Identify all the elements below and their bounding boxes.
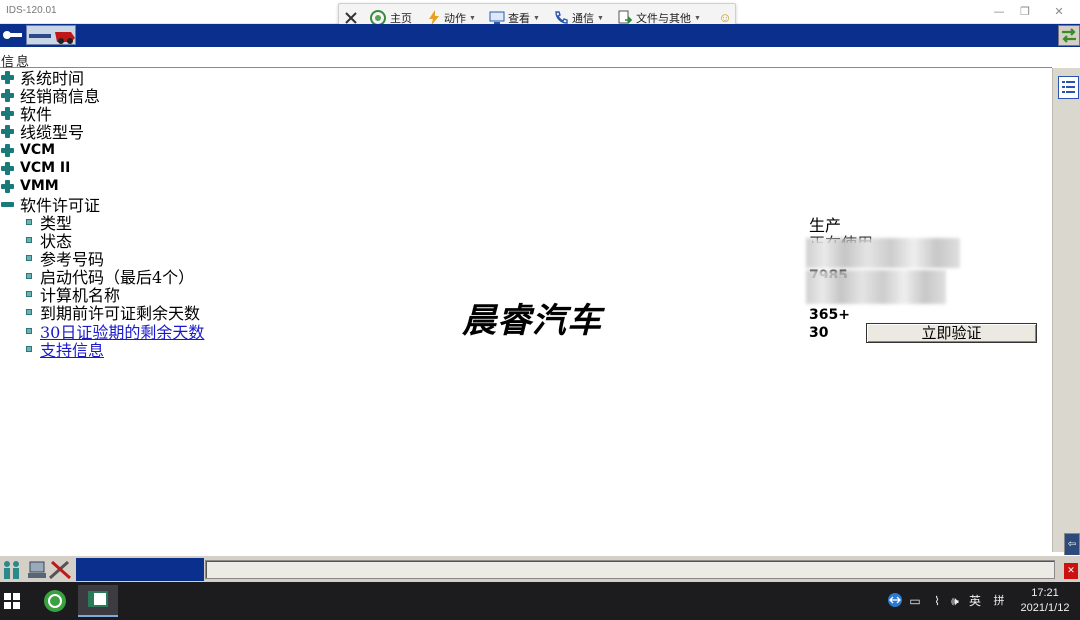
teamviewer-tray-icon[interactable]: [886, 592, 904, 610]
status-blue-area: [76, 558, 204, 581]
bullet-icon: [26, 237, 32, 243]
tree-node-vcm-ii[interactable]: VCM II: [0, 159, 70, 177]
status-bar: ✕: [0, 555, 1080, 582]
volume-icon[interactable]: 🕪: [946, 592, 964, 610]
taskbar: ▭ ⌇ 🕪 英 拼 17:21 2021/1/12: [0, 582, 1080, 620]
chevron-down-icon: ▼: [533, 14, 540, 22]
bullet-icon: [26, 346, 32, 352]
tree-node-label: 线缆型号: [20, 123, 85, 142]
back-arrow-icon[interactable]: [2, 27, 22, 43]
battery-icon[interactable]: ▭: [906, 592, 924, 610]
chevron-down-icon: ▼: [469, 14, 476, 22]
tree-node-label: VCM: [20, 142, 56, 158]
license-days-value: 365+: [809, 307, 850, 323]
chevron-down-icon: ▼: [694, 14, 701, 22]
expand-icon[interactable]: [1, 179, 14, 193]
bullet-icon: [26, 328, 32, 334]
list-view-icon[interactable]: [1058, 76, 1079, 99]
windows-start-icon[interactable]: [4, 593, 20, 609]
screen: IDS-120.01 — ❐ ✕ 主页 动作 ▼ 查看 ▼ 通信 ▼ 文件与其他…: [0, 0, 1080, 620]
expand-icon[interactable]: [1, 70, 14, 84]
tree-node-cable-model[interactable]: 线缆型号: [0, 122, 85, 142]
right-side-panel: [1052, 68, 1080, 552]
section-header: 信息: [0, 48, 1052, 70]
active-window-icon[interactable]: [78, 585, 118, 617]
swap-icon[interactable]: [1058, 25, 1080, 46]
computer-name-redacted: [806, 270, 946, 304]
error-close-icon[interactable]: ✕: [1064, 563, 1078, 579]
bullet-icon: [26, 291, 32, 297]
tools-icon: [49, 560, 71, 580]
users-icon: [4, 561, 19, 579]
vehicle-key-icon[interactable]: [26, 25, 76, 45]
verify-now-button[interactable]: 立即验证: [866, 323, 1037, 343]
expand-icon[interactable]: [1, 161, 14, 175]
ime-mode[interactable]: 拼: [990, 592, 1008, 610]
status-icons: [0, 558, 76, 581]
expand-icon[interactable]: [1, 88, 14, 102]
collapse-icon[interactable]: [1, 201, 14, 207]
remote-app-icon[interactable]: [42, 588, 68, 614]
bullet-icon: [26, 273, 32, 279]
tree-node-label: VCM II: [20, 160, 71, 176]
clock-date: 2021/1/12: [1020, 602, 1070, 614]
support-info-link[interactable]: 支持信息: [40, 337, 104, 361]
clock-time: 17:21: [1031, 587, 1059, 599]
close-window-icon[interactable]: ✕: [1044, 3, 1074, 21]
expand-icon[interactable]: [1, 124, 14, 138]
side-arrow-icon[interactable]: ⇦: [1064, 533, 1080, 557]
chevron-down-icon: ▼: [597, 14, 604, 22]
bullet-icon: [26, 219, 32, 225]
window-title: IDS-120.01: [6, 5, 57, 16]
restore-icon[interactable]: ❐: [1010, 3, 1040, 21]
wifi-icon[interactable]: ⌇: [928, 592, 946, 610]
status-progress-bar: [205, 560, 1055, 579]
reference-number-redacted: [806, 238, 960, 268]
tree-node-vcm[interactable]: VCM: [0, 141, 55, 159]
app-toolbar: [0, 24, 1080, 47]
bullet-icon: [26, 309, 32, 315]
expand-icon[interactable]: [1, 106, 14, 120]
bullet-icon: [26, 255, 32, 261]
validation-days-value: 30: [809, 325, 829, 341]
computer-icon: [28, 561, 46, 578]
ime-language[interactable]: 英: [966, 592, 984, 610]
watermark-text: 晨睿汽车: [462, 301, 602, 341]
license-item-support[interactable]: 支持信息: [0, 337, 104, 361]
taskbar-clock[interactable]: 17:21 2021/1/12: [1012, 586, 1078, 618]
expand-icon[interactable]: [1, 143, 14, 157]
